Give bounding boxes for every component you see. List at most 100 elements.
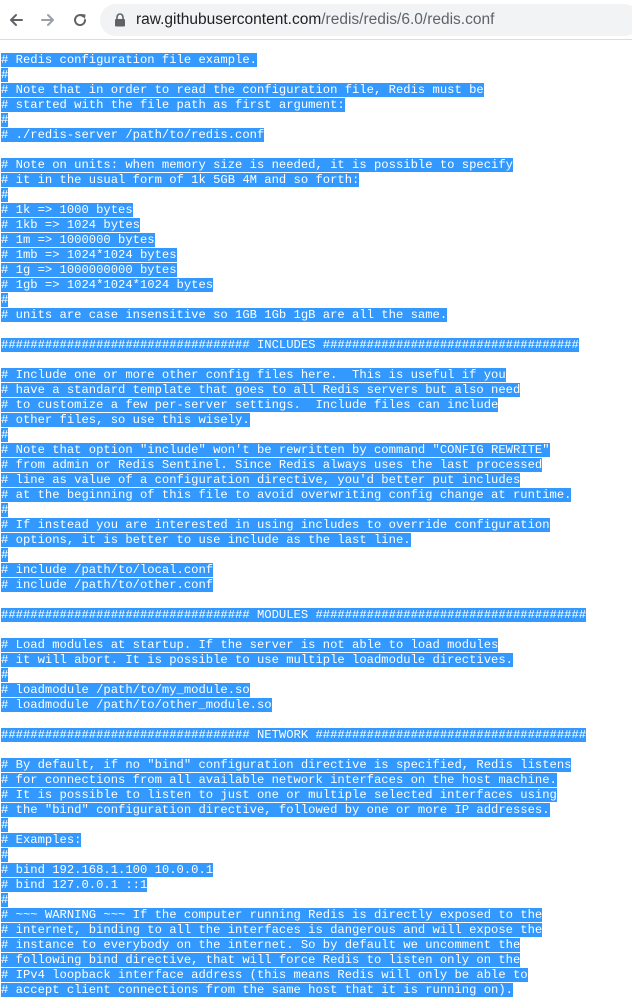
selected-text: # instance to everybody on the internet.… [1,938,521,952]
back-button[interactable] [4,8,28,32]
file-line: # If instead you are interested in using… [1,518,586,533]
file-line [1,743,586,758]
selected-text: # 1mb => 1024*1024 bytes [1,248,177,262]
selected-text: # Note that option "include" won't be re… [1,443,550,457]
selected-text: # [1,503,9,517]
lock-icon [115,13,125,27]
file-line: # bind 192.168.1.100 10.0.0.1 [1,863,586,878]
selected-text: # Load modules at startup. If the server… [1,638,499,652]
file-line: # loadmodule /path/to/other_module.so [1,698,586,713]
selected-text: ################################## INCLU… [1,338,579,352]
selected-text: # at the beginning of this file to avoid… [1,488,572,502]
file-line: # [1,503,586,518]
file-line: # 1mb => 1024*1024 bytes [1,248,586,263]
file-line: # started with the file path as first ar… [1,98,586,113]
selected-text: # 1k => 1000 bytes [1,203,133,217]
file-line: # 1m => 1000000 bytes [1,233,586,248]
file-line: # internet, binding to all the interface… [1,923,586,938]
selected-text: # include /path/to/local.conf [1,563,214,577]
selected-text: # 1g => 1000000000 bytes [1,263,177,277]
selected-text: # it in the usual form of 1k 5GB 4M and … [1,173,360,187]
file-line: # Redis configuration file example. [1,53,586,68]
selected-text: # loadmodule /path/to/my_module.so [1,683,250,697]
file-line [1,143,586,158]
file-line [1,623,586,638]
file-line: # Note on units: when memory size is nee… [1,158,586,173]
selected-text: # ~~~ WARNING ~~~ If the computer runnin… [1,908,543,922]
selected-text: # 1kb => 1024 bytes [1,218,140,232]
raw-file-viewer[interactable]: # Redis configuration file example. # # No… [0,40,632,997]
file-line: # from admin or Redis Sentinel. Since Re… [1,458,586,473]
selected-text: # started with the file path as first ar… [1,98,345,112]
file-line: # [1,113,586,128]
file-line: # units are case insensitive so 1GB 1Gb … [1,308,586,323]
selected-text: # It is possible to listen to just one o… [1,788,557,802]
file-line: # to customize a few per-server settings… [1,398,586,413]
file-line: # 1gb => 1024*1024*1024 bytes [1,278,586,293]
file-line: # 1kb => 1024 bytes [1,218,586,233]
file-line: # [1,848,586,863]
file-line: # [1,668,586,683]
selected-text: # Include one or more other config files… [1,368,506,382]
file-line: # ~~~ WARNING ~~~ If the computer runnin… [1,908,586,923]
config-file-text: # Redis configuration file example. # # No… [1,53,587,997]
file-line: # loadmodule /path/to/my_module.so [1,683,586,698]
file-line: # Note that option "include" won't be re… [1,443,586,458]
selected-text: # to customize a few per-server settings… [1,398,499,412]
file-line: # [1,68,586,83]
selected-text: # 1m => 1000000 bytes [1,233,155,247]
selected-text: # for connections from all available net… [1,773,557,787]
selected-text: # [1,848,9,862]
selected-text: # [1,818,9,832]
file-line: # line as value of a configuration direc… [1,473,586,488]
selected-text: # the "bind" configuration directive, fo… [1,803,550,817]
selected-text: # Redis configuration file example. [1,53,257,67]
url-text[interactable]: raw.githubusercontent.com/redis/redis/6.… [136,10,494,30]
browser-toolbar: raw.githubusercontent.com/redis/redis/6.… [0,0,632,40]
reload-button[interactable] [68,8,92,32]
selected-text: # By default, if no "bind" configuration… [1,758,572,772]
selected-text: # internet, binding to all the interface… [1,923,543,937]
file-line: # [1,293,586,308]
selected-text: # from admin or Redis Sentinel. Since Re… [1,458,543,472]
file-line: # other files, so use this wisely. [1,413,586,428]
file-line: # following bind directive, that will fo… [1,953,586,968]
selected-text: # Note on units: when memory size is nee… [1,158,513,172]
selected-text: # [1,113,9,127]
selected-text: # bind 192.168.1.100 10.0.0.1 [1,863,214,877]
selected-text: # units are case insensitive so 1GB 1Gb … [1,308,448,322]
file-line: # [1,893,586,908]
selected-text: # it will abort. It is possible to use m… [1,653,513,667]
file-line: # 1k => 1000 bytes [1,203,586,218]
file-line [1,593,586,608]
file-line: # instance to everybody on the internet.… [1,938,586,953]
file-line: # IPv4 loopback interface address (this … [1,968,586,983]
address-bar[interactable]: raw.githubusercontent.com/redis/redis/6.… [100,4,632,36]
file-line [1,713,586,728]
selected-text: # Examples: [1,833,82,847]
selected-text: # other files, so use this wisely. [1,413,250,427]
forward-button[interactable] [36,8,60,32]
selected-text: # If instead you are interested in using… [1,518,550,532]
selected-text: # [1,68,9,82]
selected-text: # line as value of a configuration direc… [1,473,521,487]
selected-text: ################################## NETWO… [1,728,587,742]
file-line: # Load modules at startup. If the server… [1,638,586,653]
selected-text: # have a standard template that goes to … [1,383,521,397]
file-line: ################################## MODUL… [1,608,587,623]
file-line: # options, it is better to use include a… [1,533,586,548]
file-line: # [1,428,586,443]
file-line: # 1g => 1000000000 bytes [1,263,586,278]
file-line [1,323,586,338]
arrow-left-icon [10,14,23,26]
file-line [1,353,586,368]
selected-text: # Note that in order to read the configu… [1,83,484,97]
selected-text: # ./redis-server /path/to/redis.conf [1,128,265,142]
file-line: # Include one or more other config files… [1,368,586,383]
selected-text: # IPv4 loopback interface address (this … [1,968,528,982]
selected-text: # following bind directive, that will fo… [1,953,521,967]
file-line: # include /path/to/other.conf [1,578,586,593]
file-line: # at the beginning of this file to avoid… [1,488,586,503]
arrow-right-icon [41,14,54,26]
selected-text: # [1,293,9,307]
